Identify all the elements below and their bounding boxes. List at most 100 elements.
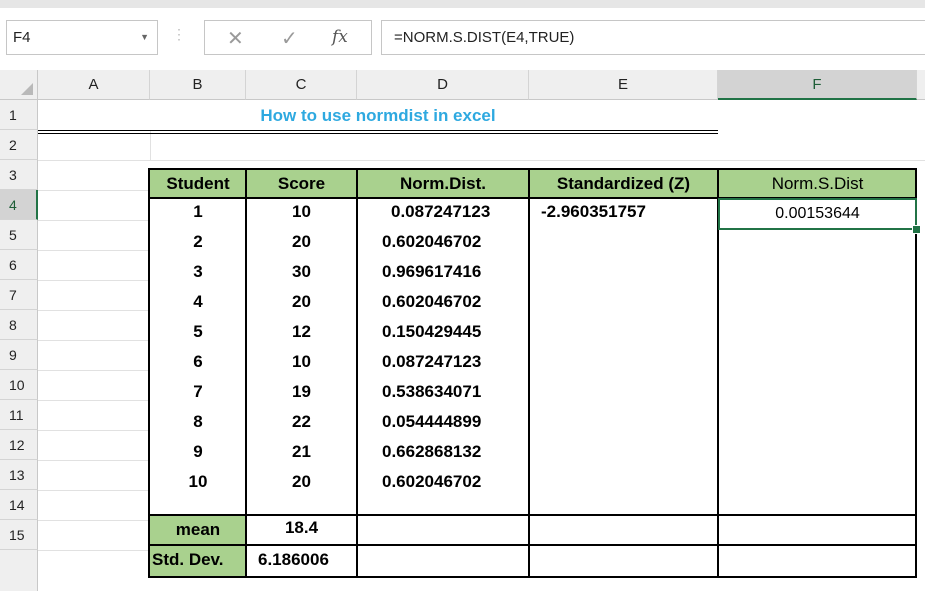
ribbon-edge bbox=[0, 0, 925, 8]
gridline bbox=[38, 190, 150, 191]
cell-score[interactable]: 20 bbox=[246, 288, 357, 318]
sheet-title[interactable]: How to use normdist in excel bbox=[38, 101, 718, 130]
gridline bbox=[38, 340, 150, 341]
table-border-top bbox=[148, 168, 917, 170]
cell-norm-dist[interactable]: 0.662868132 bbox=[357, 438, 529, 468]
row-header-1[interactable]: 1 bbox=[0, 100, 38, 130]
table-border bbox=[245, 168, 247, 578]
table-border bbox=[356, 168, 358, 578]
gridline bbox=[38, 400, 150, 401]
header-score[interactable]: Score bbox=[246, 170, 357, 198]
cancel-icon[interactable]: ✕ bbox=[227, 26, 244, 51]
gridline bbox=[38, 550, 150, 551]
gridline bbox=[150, 130, 151, 160]
row-header-9[interactable]: 9 bbox=[0, 340, 38, 370]
drag-handle-icon[interactable]: ⋮ bbox=[172, 26, 186, 43]
row-header-16 bbox=[0, 550, 38, 591]
cell-student[interactable]: 1 bbox=[150, 198, 246, 228]
header-norm-s-dist[interactable]: Norm.S.Dist bbox=[718, 170, 917, 198]
row-header-11[interactable]: 11 bbox=[0, 400, 38, 430]
cell-student[interactable]: 5 bbox=[150, 318, 246, 348]
cell-student[interactable]: 7 bbox=[150, 378, 246, 408]
table-border bbox=[148, 514, 917, 516]
row-header-7[interactable]: 7 bbox=[0, 280, 38, 310]
cell-norm-dist[interactable]: 0.054444899 bbox=[357, 408, 529, 438]
formula-input[interactable]: =NORM.S.DIST(E4,TRUE) bbox=[381, 20, 925, 55]
gridline bbox=[38, 220, 150, 221]
column-header-g[interactable] bbox=[917, 70, 925, 100]
formula-buttons: ✕ ✓ fx bbox=[204, 20, 372, 55]
row-header-10[interactable]: 10 bbox=[0, 370, 38, 400]
cell-score[interactable]: 20 bbox=[246, 228, 357, 258]
value-std-dev[interactable]: 6.186006 bbox=[246, 546, 357, 576]
cell-score[interactable]: 12 bbox=[246, 318, 357, 348]
gridline bbox=[38, 280, 150, 281]
active-cell-f4[interactable]: 0.00153644 bbox=[718, 198, 917, 230]
cell-score[interactable]: 20 bbox=[246, 468, 357, 498]
column-header-c[interactable]: C bbox=[246, 70, 357, 100]
cell-norm-dist[interactable]: 0.602046702 bbox=[357, 468, 529, 498]
column-header-f[interactable]: F bbox=[718, 70, 917, 100]
row-header-12[interactable]: 12 bbox=[0, 430, 38, 460]
select-all-icon bbox=[21, 83, 33, 95]
cell-norm-dist[interactable]: 0.538634071 bbox=[357, 378, 529, 408]
enter-icon[interactable]: ✓ bbox=[281, 26, 298, 51]
row-header-2[interactable]: 2 bbox=[0, 130, 38, 160]
column-header-d[interactable]: D bbox=[357, 70, 529, 100]
label-std-dev[interactable]: Std. Dev. bbox=[150, 546, 246, 576]
name-box-value: F4 bbox=[13, 29, 31, 46]
cell-student[interactable]: 8 bbox=[150, 408, 246, 438]
column-header-e[interactable]: E bbox=[529, 70, 718, 100]
gridline bbox=[38, 310, 150, 311]
cell-student[interactable]: 4 bbox=[150, 288, 246, 318]
chevron-down-icon[interactable]: ▼ bbox=[140, 21, 149, 54]
worksheet: A B C D E F 1 2 3 4 5 6 7 8 9 10 11 12 1… bbox=[0, 70, 925, 591]
column-header-b[interactable]: B bbox=[150, 70, 246, 100]
row-header-13[interactable]: 13 bbox=[0, 460, 38, 490]
formula-bar: F4 ▼ ⋮ ✕ ✓ fx =NORM.S.DIST(E4,TRUE) bbox=[0, 0, 925, 70]
cell-score[interactable]: 19 bbox=[246, 378, 357, 408]
cell-norm-dist[interactable]: 0.602046702 bbox=[357, 228, 529, 258]
row-header-5[interactable]: 5 bbox=[0, 220, 38, 250]
cell-norm-dist[interactable]: 0.150429445 bbox=[357, 318, 529, 348]
insert-function-icon[interactable]: fx bbox=[332, 27, 348, 47]
cell-norm-dist[interactable]: 0.969617416 bbox=[357, 258, 529, 288]
gridline bbox=[38, 490, 150, 491]
cell-score[interactable]: 10 bbox=[246, 198, 357, 228]
cell-norm-dist[interactable]: 0.087247123 bbox=[357, 348, 529, 378]
cell-score[interactable]: 10 bbox=[246, 348, 357, 378]
name-box[interactable]: F4 ▼ bbox=[6, 20, 158, 55]
row-header-6[interactable]: 6 bbox=[0, 250, 38, 280]
gridline bbox=[38, 460, 150, 461]
table-border-bottom bbox=[148, 576, 917, 578]
column-header-a[interactable]: A bbox=[38, 70, 150, 100]
table-border bbox=[528, 168, 530, 578]
row-header-4[interactable]: 4 bbox=[0, 190, 38, 220]
header-norm-dist[interactable]: Norm.Dist. bbox=[357, 170, 529, 198]
cell-norm-dist[interactable]: 0.087247123 bbox=[357, 198, 529, 228]
gridline bbox=[38, 370, 150, 371]
row-header-3[interactable]: 3 bbox=[0, 160, 38, 190]
cell-student[interactable]: 3 bbox=[150, 258, 246, 288]
cell-student[interactable]: 10 bbox=[150, 468, 246, 498]
table-border-left bbox=[148, 168, 150, 578]
value-mean[interactable]: 18.4 bbox=[246, 514, 357, 542]
cell-student[interactable]: 2 bbox=[150, 228, 246, 258]
cell-student[interactable]: 6 bbox=[150, 348, 246, 378]
cell-score[interactable]: 30 bbox=[246, 258, 357, 288]
fill-handle[interactable] bbox=[912, 225, 921, 234]
cell-standardized-z[interactable]: -2.960351757 bbox=[529, 198, 718, 228]
label-mean[interactable]: mean bbox=[150, 516, 246, 544]
table-border bbox=[148, 544, 917, 546]
header-student[interactable]: Student bbox=[150, 170, 246, 198]
select-all-button[interactable] bbox=[0, 70, 38, 100]
cell-score[interactable]: 22 bbox=[246, 408, 357, 438]
gridline bbox=[38, 520, 150, 521]
header-standardized-z[interactable]: Standardized (Z) bbox=[529, 170, 718, 198]
row-header-15[interactable]: 15 bbox=[0, 520, 38, 550]
cell-student[interactable]: 9 bbox=[150, 438, 246, 468]
cell-score[interactable]: 21 bbox=[246, 438, 357, 468]
cell-norm-dist[interactable]: 0.602046702 bbox=[357, 288, 529, 318]
row-header-8[interactable]: 8 bbox=[0, 310, 38, 340]
row-header-14[interactable]: 14 bbox=[0, 490, 38, 520]
